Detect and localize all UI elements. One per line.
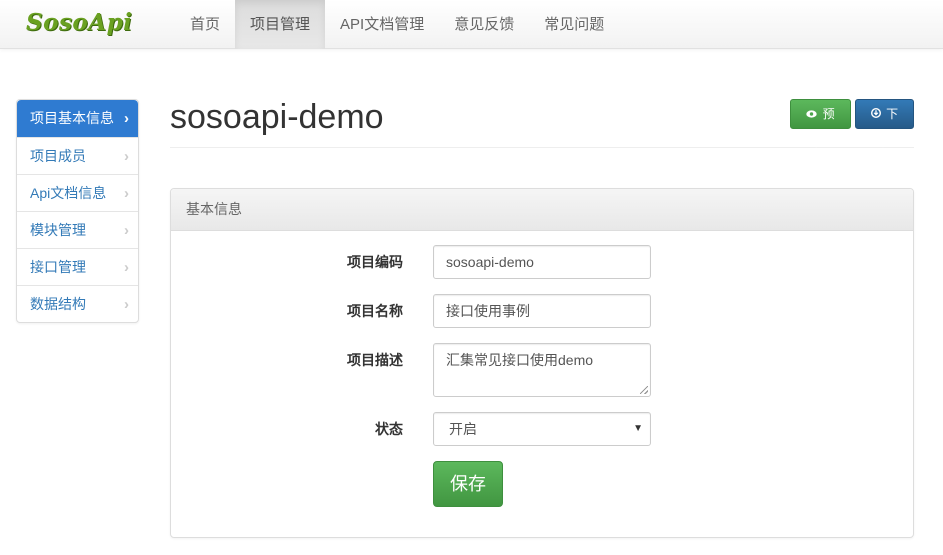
project-name-label: 项目名称 xyxy=(347,303,403,319)
resize-grip-icon[interactable] xyxy=(640,386,648,394)
nav-faq[interactable]: 常见问题 xyxy=(529,0,619,49)
status-label: 状态 xyxy=(375,421,403,437)
sidebar-item-data-structures[interactable]: 数据结构 › xyxy=(17,285,138,322)
sidebar-item-label: 模块管理 xyxy=(30,222,86,238)
project-description-textarea[interactable]: 汇集常见接口使用demo xyxy=(433,343,651,397)
nav-api-docs[interactable]: API文档管理 xyxy=(325,0,439,49)
sidebar-item-members[interactable]: 项目成员 › xyxy=(17,137,138,174)
sidebar: 项目基本信息 › 项目成员 › Api文档信息 › 模块管理 › 接口管理 › … xyxy=(16,99,139,323)
caret-down-icon: ▼ xyxy=(633,423,643,434)
chevron-right-icon: › xyxy=(124,259,129,276)
sidebar-item-label: 数据结构 xyxy=(30,296,86,312)
chevron-right-icon: › xyxy=(124,110,129,127)
project-description-label: 项目描述 xyxy=(347,352,403,368)
sidebar-item-interfaces[interactable]: 接口管理 › xyxy=(17,248,138,285)
project-description-value: 汇集常见接口使用demo xyxy=(446,352,594,368)
save-button[interactable]: 保存 xyxy=(433,461,503,507)
chevron-right-icon: › xyxy=(124,222,129,239)
eye-icon xyxy=(806,107,820,121)
nav-feedback[interactable]: 意见反馈 xyxy=(439,0,529,49)
basic-info-panel: 基本信息 项目编码 sosoapi-demo 项目名称 接口使用事例 项目描述 … xyxy=(170,188,914,538)
download-button[interactable]: 下载 xyxy=(855,99,914,149)
sidebar-item-label: 接口管理 xyxy=(30,259,86,275)
sidebar-item-api-docs[interactable]: Api文档信息 › xyxy=(17,174,138,211)
status-value: 开启 xyxy=(449,421,477,437)
project-name-input[interactable]: 接口使用事例 xyxy=(433,294,651,328)
chevron-right-icon: › xyxy=(124,296,129,313)
chevron-right-icon: › xyxy=(124,148,129,165)
preview-button[interactable]: 预览 xyxy=(790,99,851,149)
sidebar-item-label: 项目成员 xyxy=(30,148,86,164)
main-nav: 首页 项目管理 API文档管理 意见反馈 常见问题 xyxy=(175,0,619,49)
sidebar-item-modules[interactable]: 模块管理 › xyxy=(17,211,138,248)
brand-logo[interactable]: SosoApi xyxy=(26,9,132,36)
nav-home[interactable]: 首页 xyxy=(175,0,235,49)
panel-heading: 基本信息 xyxy=(171,189,913,231)
navbar: SosoApi 首页 项目管理 API文档管理 意见反馈 常见问题 xyxy=(0,0,943,49)
sidebar-item-basic-info[interactable]: 项目基本信息 › xyxy=(17,100,138,137)
nav-project-management[interactable]: 项目管理 xyxy=(235,0,326,49)
sidebar-item-label: Api文档信息 xyxy=(30,185,107,201)
divider xyxy=(170,147,914,148)
status-select[interactable]: 开启 ▼ xyxy=(433,412,651,446)
download-icon xyxy=(870,107,884,121)
project-code-label: 项目编码 xyxy=(347,254,403,270)
sidebar-item-label: 项目基本信息 xyxy=(30,110,114,126)
chevron-right-icon: › xyxy=(124,185,129,202)
page-title: sosoapi-demo xyxy=(170,98,384,136)
project-code-input[interactable]: sosoapi-demo xyxy=(433,245,651,279)
